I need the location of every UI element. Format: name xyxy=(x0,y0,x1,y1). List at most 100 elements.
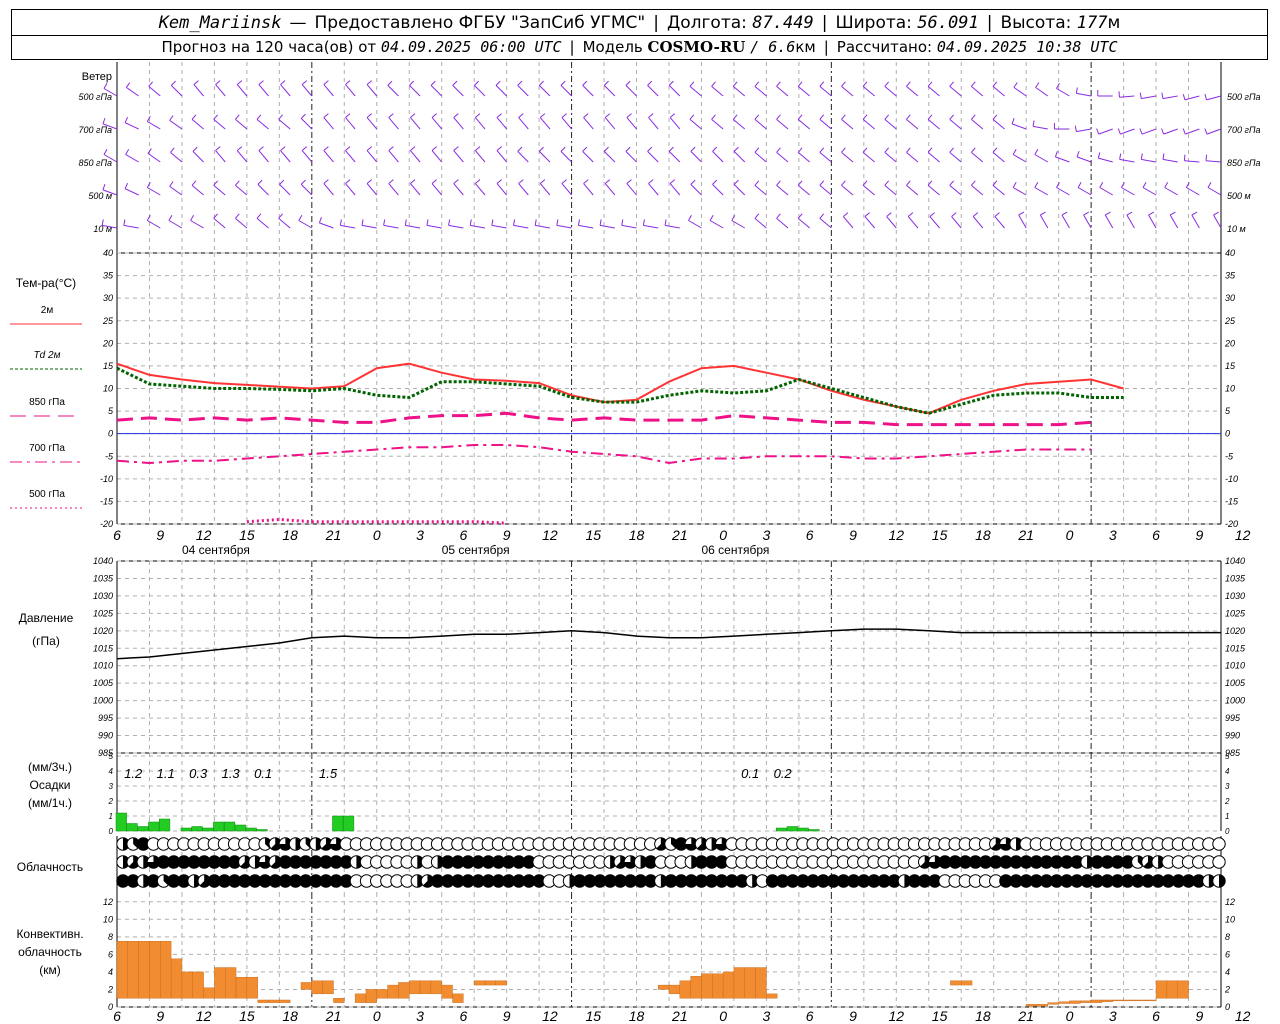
wind-barb-feather xyxy=(819,147,825,153)
x-tick-label-bottom: 9 xyxy=(849,1008,857,1024)
wind-barb-feather xyxy=(603,80,609,86)
wind-barb xyxy=(170,85,183,97)
wind-barb-feather xyxy=(215,80,221,85)
wind-barb xyxy=(1148,214,1157,229)
wind-barb xyxy=(1076,156,1092,163)
x-tick-label: 15 xyxy=(239,527,255,543)
wind-barb xyxy=(971,184,984,196)
wind-barb xyxy=(213,217,226,229)
y-tick-label-right: 20 xyxy=(1224,338,1235,348)
wind-barb xyxy=(410,150,421,163)
wind-barb xyxy=(1142,187,1157,196)
wind-barb-feather xyxy=(301,80,308,85)
wind-barb xyxy=(410,117,421,130)
x-tick-label-bottom: 18 xyxy=(629,1008,645,1024)
wind-barb-feather xyxy=(191,180,197,186)
precip-3h-label: 0.3 xyxy=(189,766,208,781)
y-tick-label-left: 40 xyxy=(103,248,113,258)
wind-barb-feather xyxy=(971,147,976,153)
wind-barb xyxy=(907,216,919,229)
wind-barb xyxy=(842,216,854,229)
convective-title: облачность xyxy=(18,945,82,959)
wind-barb-feather xyxy=(345,179,351,184)
wind-barb xyxy=(797,85,811,97)
convective-bar xyxy=(961,980,973,986)
y-tick-label-left: 1010 xyxy=(93,661,113,671)
wind-barb xyxy=(495,85,508,97)
wind-barb-feather xyxy=(776,114,781,120)
wind-barb-feather xyxy=(475,179,481,184)
y-tick-label-left: -5 xyxy=(105,451,114,461)
convective-bar xyxy=(452,993,464,1003)
wind-barb-feather xyxy=(1097,152,1101,159)
wind-barb-feather xyxy=(1118,91,1120,98)
date-label: 04 сентября xyxy=(182,543,250,557)
wind-barb xyxy=(298,220,313,229)
convective-bar xyxy=(127,941,139,999)
wind-barb xyxy=(1120,128,1135,135)
wind-barb-feather xyxy=(843,212,849,217)
x-tick-label: 18 xyxy=(629,527,645,543)
wind-barb xyxy=(1098,128,1113,135)
convective-bar xyxy=(365,989,377,1003)
convective-bar xyxy=(1155,980,1168,999)
wind-barb-feather xyxy=(951,212,957,217)
wind-barb-feather xyxy=(496,179,502,184)
wind-barb xyxy=(927,151,940,163)
convective-bar xyxy=(246,976,258,999)
wind-barb-feather xyxy=(534,219,537,226)
wind-barb-feather xyxy=(864,212,870,217)
wind-barb-feather xyxy=(884,114,890,120)
x-tick-label: 0 xyxy=(719,527,727,543)
y-tick-label-right: 1015 xyxy=(1225,643,1246,653)
wind-barb xyxy=(168,220,183,229)
wind-barb-feather xyxy=(604,113,611,118)
wind-barb xyxy=(648,117,659,130)
wind-barb-feather xyxy=(1139,92,1142,99)
wind-barb-feather xyxy=(431,146,437,151)
wind-barb-feather xyxy=(1119,153,1122,160)
wind-barb xyxy=(426,224,442,229)
x-tick-label: 21 xyxy=(671,527,688,543)
wind-barb xyxy=(906,151,919,163)
wind-barb-feather xyxy=(517,80,523,86)
convective-title: Конвективн. xyxy=(16,927,83,941)
wind-barb-feather xyxy=(213,114,218,120)
convective-bar xyxy=(203,987,215,999)
wind-barb-feather xyxy=(518,113,524,118)
wind-barb xyxy=(300,184,313,196)
wind-barb-feather xyxy=(410,113,416,118)
x-tick-label: 12 xyxy=(889,527,905,543)
wind-barb-feather xyxy=(148,81,154,87)
wind-barb xyxy=(949,85,962,97)
wind-barb xyxy=(410,183,421,196)
wind-barb-feather xyxy=(1126,211,1133,216)
wind-barb-feather xyxy=(103,83,108,89)
y-tick-label-left: 1020 xyxy=(93,626,113,636)
y-tick-label-left: 4 xyxy=(108,967,113,977)
precip-bar xyxy=(332,815,344,832)
x-tick-label-bottom: 6 xyxy=(459,1008,467,1024)
wind-barb xyxy=(862,85,875,97)
wind-barb-feather xyxy=(906,81,911,87)
wind-barb-feather xyxy=(539,113,546,118)
wind-barb-feather xyxy=(625,80,631,86)
convective-bar xyxy=(1058,1001,1070,1004)
wind-barb-feather xyxy=(1032,120,1035,127)
wind-barb-feather xyxy=(994,212,1000,217)
wind-barb-feather xyxy=(1140,153,1143,160)
wind-barb xyxy=(711,85,724,97)
wind-barb-feather xyxy=(235,180,240,186)
wind-barb-feather xyxy=(323,146,329,151)
y-tick-label-left: 30 xyxy=(103,293,113,303)
convective-bar xyxy=(1112,999,1124,1002)
wind-barb-feather xyxy=(648,179,654,184)
wind-barb xyxy=(621,224,637,229)
wind-barb xyxy=(191,118,204,130)
x-tick-label-bottom: 6 xyxy=(806,1008,814,1024)
wind-barb xyxy=(884,85,897,97)
wind-barb-feather xyxy=(907,212,914,217)
precip-bar xyxy=(137,826,149,832)
y-tick-label-right: -15 xyxy=(1225,496,1239,506)
convective-bar xyxy=(744,967,756,999)
